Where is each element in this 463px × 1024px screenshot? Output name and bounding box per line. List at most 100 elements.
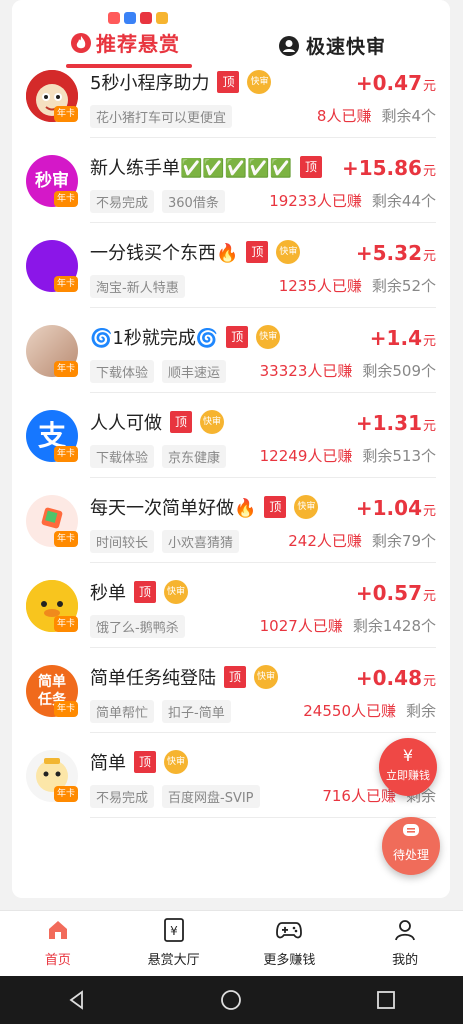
fast-review-tag: 快审 <box>164 750 188 774</box>
reward-price: +15.86元 <box>342 156 436 180</box>
top-tag: 顶 <box>264 496 287 518</box>
task-chip: 时间较长 <box>90 530 155 553</box>
task-chip: 不易完成 <box>90 785 155 808</box>
top-tag: 顶 <box>224 666 246 688</box>
reward-price: +0.47元 <box>356 71 436 95</box>
task-title-row: 人人可做 顶 快审 <box>90 409 224 435</box>
task-chips: 不易完成 百度网盘-SVIP <box>90 785 260 808</box>
back-icon[interactable] <box>66 989 88 1011</box>
earn-now-label: 立即赚钱 <box>386 769 430 782</box>
reward-price: +1.31元 <box>356 411 436 435</box>
reward-price: +0.57元 <box>356 581 436 605</box>
tab-recommended[interactable]: 推荐悬赏 <box>70 28 180 57</box>
home-circle-icon[interactable] <box>220 989 242 1011</box>
reward-price: +1.04元 <box>356 496 436 520</box>
remaining-count: 剩余513个 <box>362 447 436 465</box>
task-chips: 下载体验 京东健康 <box>90 445 227 468</box>
corner-badge: 年卡 <box>54 191 78 207</box>
top-tag: 顶 <box>170 411 192 433</box>
task-chip: 百度网盘-SVIP <box>162 785 260 808</box>
top-tag: 顶 <box>217 71 240 93</box>
gamepad-icon <box>232 917 348 943</box>
corner-badge: 年卡 <box>54 701 78 717</box>
fast-review-tag: 快审 <box>276 240 301 264</box>
task-title-row: 每天一次简单好做🔥 顶 快审 <box>90 494 319 520</box>
task-chips: 花小猪打车可以更便宜 <box>90 105 233 128</box>
task-item[interactable]: 简单任务 年卡 简单任务纯登陆 顶 快审 +0.48元 简单帮忙 扣子-简单 24… <box>12 648 450 733</box>
task-chips: 时间较长 小欢喜猜猜 <box>90 530 240 553</box>
task-chip: 360借条 <box>162 190 225 213</box>
flame-icon <box>71 32 91 53</box>
nav-more-earn[interactable]: 更多赚钱 <box>232 911 348 976</box>
task-title-row: 🌀1秒就完成🌀 顶 快审 <box>90 324 281 350</box>
nav-reward-hall[interactable]: ¥ 悬赏大厅 <box>116 911 232 976</box>
nav-home[interactable]: 首页 <box>0 911 116 976</box>
fast-review-tag: 快审 <box>294 495 319 519</box>
earned-count: 12249人已赚 <box>259 447 353 465</box>
task-title: 5秒小程序助力 <box>90 73 210 94</box>
reward-price: +5.32元 <box>356 241 436 265</box>
recents-square-icon[interactable] <box>375 989 397 1011</box>
earned-count: 19233人已赚 <box>269 192 362 210</box>
remaining-count: 剩余52个 <box>371 277 436 295</box>
task-chip: 淘宝-新人特惠 <box>90 275 185 298</box>
fast-review-tag: 快审 <box>254 665 278 689</box>
task-item[interactable]: 年卡 一分钱买个东西🔥 顶 快审 +5.32元 淘宝-新人特惠 1235人已赚剩… <box>12 223 450 308</box>
price-value: +0.47 <box>355 71 422 95</box>
task-stats: 19233人已赚 剩余44个 <box>269 190 436 211</box>
bottom-nav: 首页 ¥ 悬赏大厅 更多赚钱 我的 <box>0 910 463 976</box>
task-item[interactable]: 年卡 🌀1秒就完成🌀 顶 快审 +1.4元 下载体验 顺丰速运 33323人已赚剩… <box>12 308 450 393</box>
price-value: +1.31 <box>355 411 422 435</box>
nav-mine-label: 我的 <box>392 953 419 968</box>
tab-recommended-label: 推荐悬赏 <box>96 32 180 56</box>
task-title: 每天一次简单好做🔥 <box>90 498 257 519</box>
price-value: +1.4 <box>369 326 422 350</box>
price-value: +0.57 <box>355 581 422 605</box>
remaining-count: 剩余 <box>405 702 436 720</box>
pending-button[interactable]: 待处理 <box>382 817 440 875</box>
earned-count: 1027人已赚 <box>259 617 343 635</box>
task-title: 人人可做 <box>90 413 162 434</box>
fast-review-tag: 快审 <box>247 70 272 94</box>
nav-home-label: 首页 <box>44 953 71 968</box>
price-unit: 元 <box>422 589 436 604</box>
task-title: 秒单 <box>90 583 126 604</box>
system-nav-bar <box>0 976 463 1024</box>
task-chip: 下载体验 <box>90 445 155 468</box>
task-item[interactable]: 秒审 年卡 新人练手单✅✅✅✅✅ 顶 +15.86元 不易完成 360借条 192… <box>12 138 450 223</box>
tab-fast-review[interactable]: 极速快审 <box>278 32 386 59</box>
price-unit: 元 <box>422 79 436 94</box>
task-chip: 花小猪打车可以更便宜 <box>90 105 233 128</box>
remaining-count: 剩余44个 <box>371 192 436 210</box>
nav-mine[interactable]: 我的 <box>347 911 463 976</box>
price-unit: 元 <box>422 674 436 689</box>
task-title-row: 新人练手单✅✅✅✅✅ 顶 <box>90 154 323 180</box>
task-stats: 1027人已赚 剩余1428个 <box>260 615 436 636</box>
earned-count: 1235人已赚 <box>278 277 362 295</box>
corner-badge: 年卡 <box>54 616 78 632</box>
fast-review-tag: 快审 <box>200 410 224 434</box>
task-chip: 京东健康 <box>162 445 227 468</box>
top-tag: 顶 <box>134 751 156 773</box>
task-stats: 33323人已赚 剩余509个 <box>260 360 436 381</box>
task-item[interactable]: 年卡 每天一次简单好做🔥 顶 快审 +1.04元 时间较长 小欢喜猜猜 242人已… <box>12 478 450 563</box>
top-tag: 顶 <box>246 241 269 263</box>
task-item[interactable]: 支 年卡 人人可做 顶 快审 +1.31元 下载体验 京东健康 12249人已赚剩… <box>12 393 450 478</box>
remaining-count: 剩余79个 <box>371 532 436 550</box>
price-unit: 元 <box>422 249 436 264</box>
app-icon <box>156 12 168 24</box>
task-title: 简单 <box>90 753 126 774</box>
task-chip: 下载体验 <box>90 360 155 383</box>
remaining-count: 剩余509个 <box>362 362 436 380</box>
task-item[interactable]: 年卡 秒单 顶 快审 +0.57元 饿了么-鹅鸭杀 1027人已赚 剩余1428个 <box>12 563 450 648</box>
task-title-row: 简单 顶 快审 <box>90 749 188 775</box>
nav-reward-hall-label: 悬赏大厅 <box>147 953 200 968</box>
fast-review-tag: 快审 <box>164 580 188 604</box>
remaining-count: 剩余4个 <box>381 107 436 125</box>
earn-now-button[interactable]: ¥ 立即赚钱 <box>379 738 437 796</box>
earned-count: 33323人已赚 <box>259 362 353 380</box>
task-chips: 不易完成 360借条 <box>90 190 225 213</box>
task-chip: 顺丰速运 <box>162 360 227 383</box>
corner-badge: 年卡 <box>54 361 78 377</box>
task-stats: 242人已赚 剩余79个 <box>288 530 436 551</box>
